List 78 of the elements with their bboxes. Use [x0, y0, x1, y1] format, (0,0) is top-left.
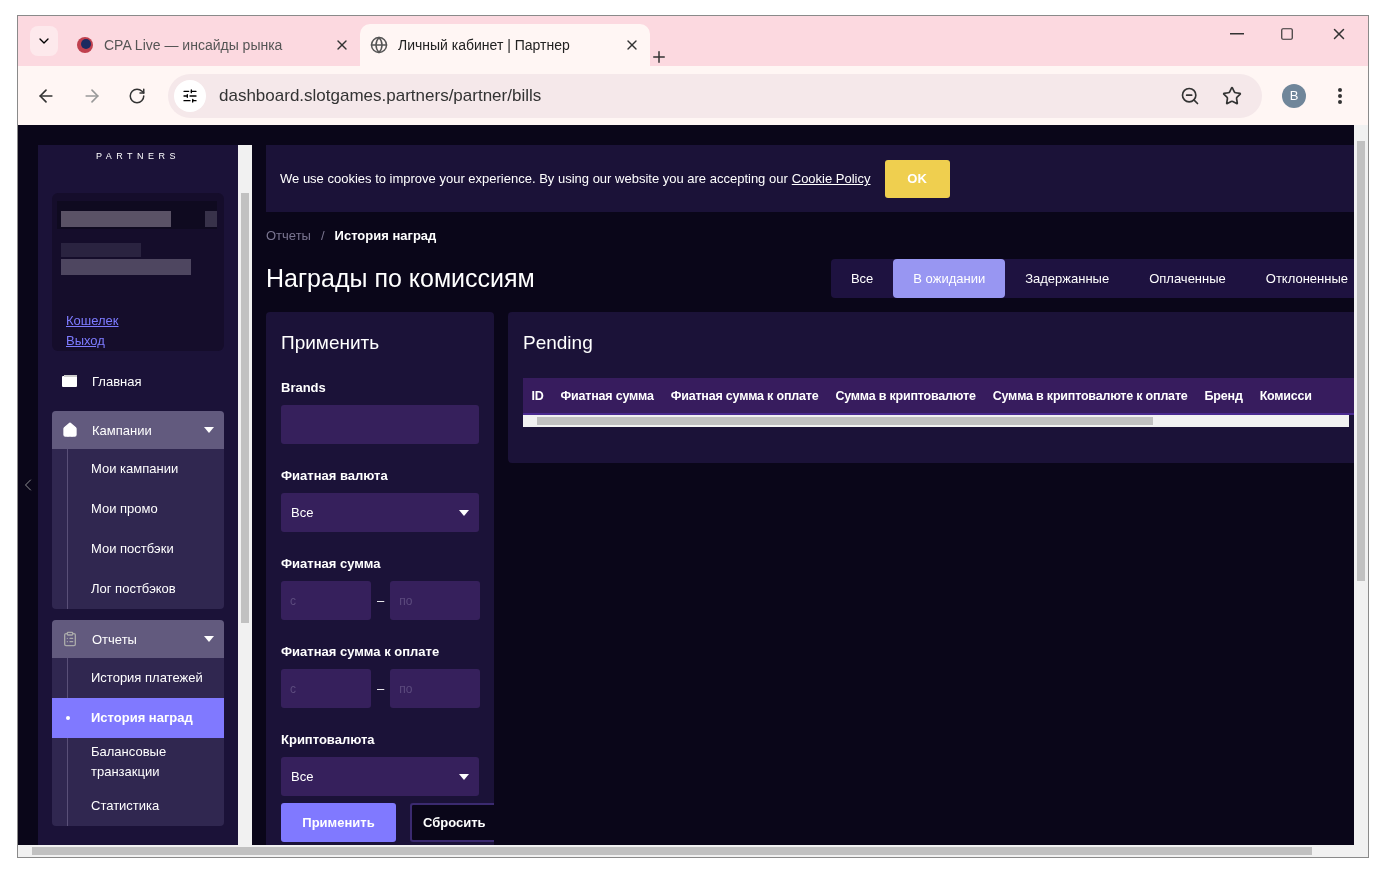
scrollbar[interactable]: [523, 415, 1349, 427]
nav-subitem[interactable]: Мои кампании: [67, 449, 224, 489]
brands-field[interactable]: [281, 405, 479, 444]
nav-subitem[interactable]: Лог постбэков: [67, 569, 224, 609]
breadcrumb-item: История наград: [334, 228, 437, 243]
logo-subtitle: PARTNERS: [94, 151, 182, 163]
column-header[interactable]: Сумма в криптовалюте: [826, 388, 985, 403]
panel-title: Pending: [523, 332, 594, 354]
status-tab[interactable]: Оплаченные: [1129, 258, 1246, 298]
field-label: Фиатная сумма к оплате: [281, 644, 441, 659]
clipboard-icon: [62, 631, 78, 647]
address-bar[interactable]: dashboard.slotgames.partners/partner/bills: [168, 73, 1262, 118]
browser-tab[interactable]: CPA Live — инсайды рынка: [66, 24, 360, 66]
scrollbar-thumb[interactable]: [32, 847, 1312, 855]
caret-icon: [204, 636, 214, 642]
scrollbar[interactable]: [1354, 125, 1368, 857]
sidebar-link[interactable]: Выход: [66, 331, 105, 351]
home-icon: [62, 422, 78, 438]
column-header[interactable]: Фиатная сумма к оплате: [662, 388, 827, 403]
field-label: Brands: [281, 380, 327, 395]
nav-group-header[interactable]: Кампании: [52, 411, 224, 449]
breadcrumb-separator: /: [320, 228, 325, 243]
nav-item[interactable]: Главная: [52, 362, 224, 400]
nav-group-header[interactable]: Отчеты: [52, 620, 224, 658]
caret-icon: [204, 427, 214, 433]
profile-avatar[interactable]: B: [1282, 83, 1306, 108]
star-icon: [1222, 85, 1242, 106]
field-label: Фиатная валюта: [281, 468, 389, 483]
maximize-icon: [1280, 27, 1294, 41]
menu-button[interactable]: [1338, 87, 1342, 104]
column-header[interactable]: Комисси: [1251, 388, 1321, 403]
column-header[interactable]: Фиатная сумма: [552, 388, 663, 403]
status-tab[interactable]: Задержанные: [1005, 258, 1130, 298]
browser-tab[interactable]: Личный кабинет | Партнер: [360, 24, 650, 66]
nav-subitem[interactable]: Балансовые транзакции: [67, 738, 224, 786]
caret-icon: [459, 509, 469, 516]
new-tab-button[interactable]: [650, 48, 668, 66]
scrollbar[interactable]: [238, 145, 252, 845]
range-dash: –: [377, 593, 385, 608]
bookmark-button[interactable]: [1222, 85, 1242, 106]
breadcrumb-item[interactable]: Отчеты: [266, 228, 311, 243]
caret-icon: [459, 773, 469, 780]
reset-button[interactable]: Сбросить: [410, 803, 494, 842]
scrollbar-thumb[interactable]: [1357, 141, 1365, 581]
select-field[interactable]: Все: [281, 757, 479, 796]
zoom-out-icon: [1180, 85, 1200, 106]
scrollbar-thumb[interactable]: [241, 193, 249, 623]
nav-subitem[interactable]: Мои промо: [67, 489, 224, 529]
scrollbar[interactable]: [18, 845, 1354, 857]
window-icon: [62, 375, 78, 387]
maximize-button[interactable]: [1280, 25, 1294, 43]
reload-icon: [128, 86, 146, 105]
field-label: Фиатная сумма: [281, 556, 382, 571]
site-logo-icon: [76, 36, 94, 54]
cookie-text: We use cookies to improve your experience. By using our website you are accepting our: [280, 171, 788, 186]
tab-list-button[interactable]: [30, 26, 58, 56]
scrollbar-thumb[interactable]: [537, 417, 1153, 425]
globe-icon: [370, 36, 388, 54]
plus-icon: [650, 48, 668, 66]
minimize-icon: [1230, 33, 1244, 35]
column-header[interactable]: Бренд: [1196, 388, 1252, 403]
column-header[interactable]: ID: [523, 388, 553, 403]
sliders-icon: [182, 87, 198, 104]
field-label: Криптовалюта: [281, 732, 376, 747]
sidebar-link[interactable]: Кошелек: [66, 311, 119, 331]
page-title: Награды по комиссиям: [266, 263, 536, 293]
status-tab[interactable]: Все: [830, 258, 894, 298]
column-header[interactable]: Сумма в криптовалюте к оплате: [984, 388, 1197, 403]
cookie-policy-link[interactable]: Cookie Policy: [791, 171, 871, 186]
nav-subitem[interactable]: Статистика: [67, 786, 224, 826]
range-dash: –: [377, 681, 385, 696]
site-settings-button[interactable]: [174, 79, 206, 112]
nav-subitem[interactable]: Мои постбэки: [67, 529, 224, 569]
zoom-button[interactable]: [1180, 85, 1200, 106]
select-field[interactable]: Все: [281, 493, 479, 532]
menu-icon: [1338, 87, 1342, 104]
panel-title: Применить: [281, 332, 381, 354]
status-tab[interactable]: Отклоненные: [1245, 258, 1354, 298]
